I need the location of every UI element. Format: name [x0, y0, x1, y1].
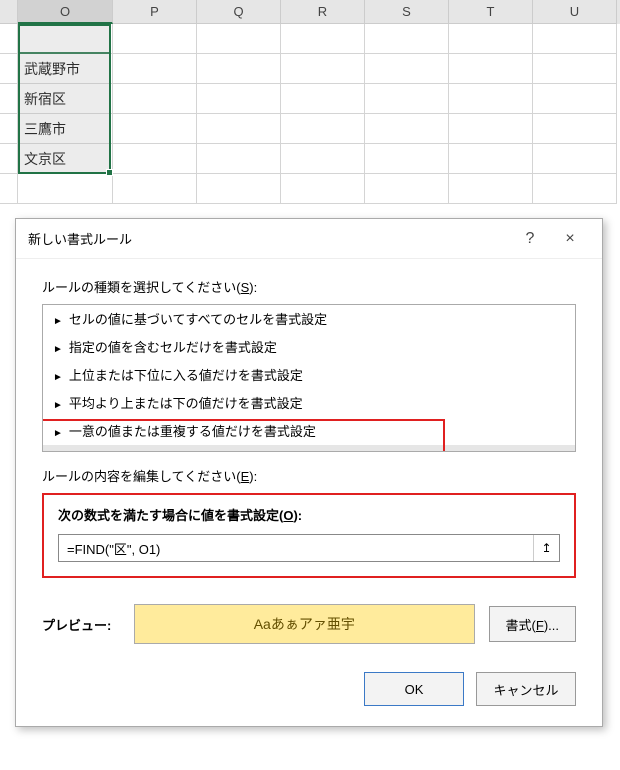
row-header-4[interactable] — [0, 114, 18, 144]
cell-Q6[interactable] — [197, 174, 281, 204]
dialog-title: 新しい書式ルール — [28, 229, 510, 248]
cancel-button[interactable]: キャンセル — [476, 672, 576, 706]
cell-T3[interactable] — [449, 84, 533, 114]
spreadsheet: O P Q R S T U 台東区 武蔵野市 — [0, 0, 620, 204]
cell-Q2[interactable] — [197, 54, 281, 84]
cell-P2[interactable] — [113, 54, 197, 84]
new-formatting-rule-dialog: 新しい書式ルール ? × ルールの種類を選択してください(S): ►セルの値に基… — [15, 218, 603, 727]
grid-body: 台東区 武蔵野市 新宿区 — [0, 24, 620, 204]
rule-type-item[interactable]: ►平均より上または下の値だけを書式設定 — [43, 389, 575, 417]
dialog-button-row: OK キャンセル — [42, 672, 576, 706]
arrow-icon: ► — [53, 428, 63, 439]
cell-Q4[interactable] — [197, 114, 281, 144]
cell-S3[interactable] — [365, 84, 449, 114]
rule-type-list[interactable]: ►セルの値に基づいてすべてのセルを書式設定 ►指定の値を含むセルだけを書式設定 … — [42, 304, 576, 452]
preview-row: プレビュー: Aaあぁアァ亜宇 書式(F)... — [42, 604, 576, 644]
cell-T1[interactable] — [449, 24, 533, 54]
column-header-P[interactable]: P — [113, 0, 197, 24]
arrow-icon: ► — [53, 344, 63, 355]
format-button[interactable]: 書式(F)... — [489, 606, 576, 642]
formula-input-wrap: ↥ — [58, 534, 560, 562]
cell-S5[interactable] — [365, 144, 449, 174]
cell-T5[interactable] — [449, 144, 533, 174]
cell-P5[interactable] — [113, 144, 197, 174]
dialog-titlebar[interactable]: 新しい書式ルール ? × — [16, 219, 602, 259]
formula-section: 次の数式を満たす場合に値を書式設定(O): ↥ — [42, 493, 576, 578]
row-header-1[interactable] — [0, 24, 18, 54]
close-button[interactable]: × — [550, 230, 590, 248]
cell-R3[interactable] — [281, 84, 365, 114]
cell-U4[interactable] — [533, 114, 617, 144]
cell-R6[interactable] — [281, 174, 365, 204]
preview-box: Aaあぁアァ亜宇 — [134, 604, 475, 644]
cell-O2[interactable]: 武蔵野市 — [18, 54, 113, 84]
cell-R4[interactable] — [281, 114, 365, 144]
ok-button[interactable]: OK — [364, 672, 464, 706]
formula-input[interactable] — [59, 535, 533, 561]
cell-O4[interactable]: 三鷹市 — [18, 114, 113, 144]
cell-R1[interactable] — [281, 24, 365, 54]
cell-T6[interactable] — [449, 174, 533, 204]
row-header-3[interactable] — [0, 84, 18, 114]
row-header-6[interactable] — [0, 174, 18, 204]
column-header-U[interactable]: U — [533, 0, 617, 24]
cell-U5[interactable] — [533, 144, 617, 174]
preview-label: プレビュー: — [42, 615, 120, 634]
row-header-2[interactable] — [0, 54, 18, 84]
rule-type-item[interactable]: ►一意の値または重複する値だけを書式設定 — [43, 417, 575, 445]
arrow-icon: ► — [53, 400, 63, 411]
select-all-corner[interactable] — [0, 0, 18, 24]
cell-O3[interactable]: 新宿区 — [18, 84, 113, 114]
column-header-O[interactable]: O — [18, 0, 113, 24]
cell-S1[interactable] — [365, 24, 449, 54]
arrow-icon: ► — [53, 372, 63, 383]
rule-type-label: ルールの種類を選択してください(S): — [42, 277, 576, 296]
column-header-Q[interactable]: Q — [197, 0, 281, 24]
cell-Q5[interactable] — [197, 144, 281, 174]
cell-R2[interactable] — [281, 54, 365, 84]
column-header-S[interactable]: S — [365, 0, 449, 24]
rule-type-item[interactable]: ►上位または下位に入る値だけを書式設定 — [43, 361, 575, 389]
rule-type-item-selected[interactable]: ►数式を使用して、書式設定するセルを決定 — [43, 445, 575, 452]
cell-S4[interactable] — [365, 114, 449, 144]
cell-P3[interactable] — [113, 84, 197, 114]
cell-P4[interactable] — [113, 114, 197, 144]
cell-O1[interactable]: 台東区 — [18, 24, 113, 54]
cell-S2[interactable] — [365, 54, 449, 84]
arrow-icon: ► — [53, 316, 63, 327]
dialog-body: ルールの種類を選択してください(S): ►セルの値に基づいてすべてのセルを書式設… — [16, 259, 602, 726]
rule-type-item[interactable]: ►セルの値に基づいてすべてのセルを書式設定 — [43, 305, 575, 333]
cell-U6[interactable] — [533, 174, 617, 204]
column-headers-row: O P Q R S T U — [0, 0, 620, 24]
cell-Q1[interactable] — [197, 24, 281, 54]
cell-O5[interactable]: 文京区 — [18, 144, 113, 174]
cell-O6[interactable] — [18, 174, 113, 204]
cell-U2[interactable] — [533, 54, 617, 84]
cell-R5[interactable] — [281, 144, 365, 174]
row-header-5[interactable] — [0, 144, 18, 174]
cell-S6[interactable] — [365, 174, 449, 204]
cell-Q3[interactable] — [197, 84, 281, 114]
edit-rule-label: ルールの内容を編集してください(E): — [42, 466, 576, 485]
rule-type-item[interactable]: ►指定の値を含むセルだけを書式設定 — [43, 333, 575, 361]
column-header-T[interactable]: T — [449, 0, 533, 24]
cell-U1[interactable] — [533, 24, 617, 54]
cell-P6[interactable] — [113, 174, 197, 204]
cell-P1[interactable] — [113, 24, 197, 54]
cell-T4[interactable] — [449, 114, 533, 144]
cell-U3[interactable] — [533, 84, 617, 114]
cell-T2[interactable] — [449, 54, 533, 84]
collapse-dialog-button[interactable]: ↥ — [533, 535, 559, 561]
column-header-R[interactable]: R — [281, 0, 365, 24]
formula-label: 次の数式を満たす場合に値を書式設定(O): — [58, 505, 560, 524]
help-button[interactable]: ? — [510, 230, 550, 248]
